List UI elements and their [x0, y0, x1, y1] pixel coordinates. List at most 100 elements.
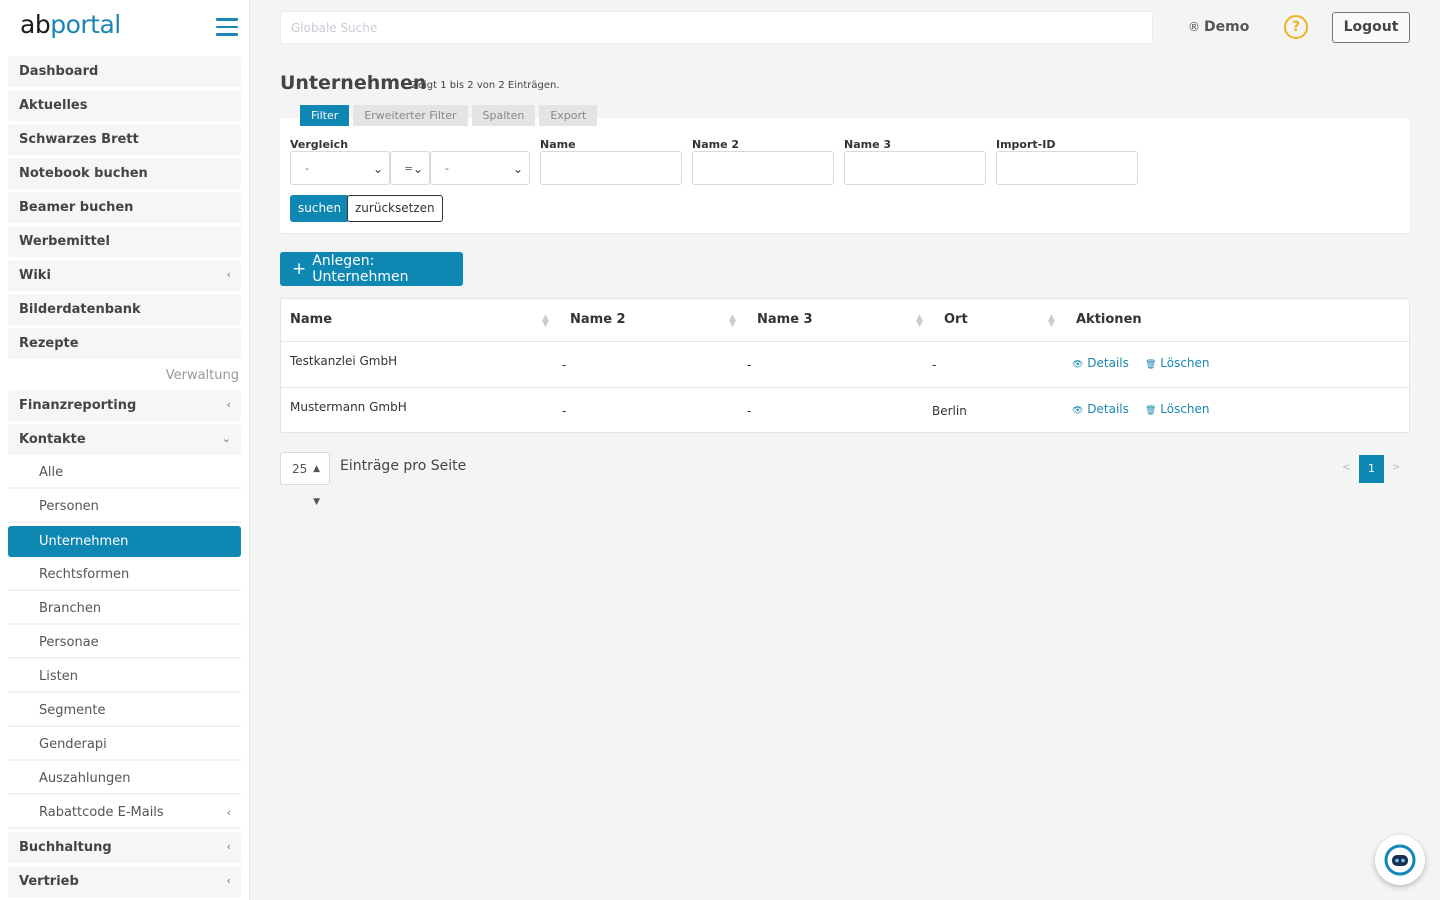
user-menu[interactable]: ® Demo — [1188, 19, 1249, 35]
sidebar-subitem-label: Alle — [39, 465, 64, 480]
logout-button[interactable]: Logout — [1332, 12, 1410, 43]
row-divider — [281, 341, 1409, 342]
name3-input[interactable] — [844, 151, 986, 185]
vergleich-operator-select[interactable]: = ⌄ — [390, 151, 430, 185]
cell-name: Testkanzlei GmbH — [290, 354, 398, 368]
reset-button[interactable]: zurücksetzen — [347, 195, 443, 222]
hamburger-menu-icon[interactable] — [216, 18, 238, 36]
sidebar-item-label: Dashboard — [19, 64, 99, 79]
vergleich-field-select[interactable]: - ⌄ — [290, 151, 390, 185]
chevron-down-icon: ⌄ — [512, 162, 523, 176]
label-import-id: Import-ID — [996, 138, 1056, 151]
column-header-name3[interactable]: Name 3 — [757, 299, 813, 341]
sidebar-item-aktuelles[interactable]: Aktuelles — [8, 90, 241, 121]
sidebar-subitem-label: Rechtsformen — [39, 567, 130, 582]
sidebar: abportal Dashboard Aktuelles Schwarzes B… — [0, 0, 250, 900]
details-link[interactable]: 👁 Details — [1072, 356, 1129, 370]
sidebar-item-label: Aktuelles — [19, 98, 88, 113]
delete-link[interactable]: 🗑 Löschen — [1145, 402, 1210, 416]
chevron-down-icon: ⌄ — [372, 162, 383, 176]
delete-link[interactable]: 🗑 Löschen — [1145, 356, 1210, 370]
sidebar-item-notebook-buchen[interactable]: Notebook buchen — [8, 158, 241, 189]
tab-filter[interactable]: Filter — [300, 105, 350, 126]
column-header-aktionen: Aktionen — [1076, 312, 1142, 327]
import-id-input[interactable] — [996, 151, 1138, 185]
column-header-ort[interactable]: Ort — [944, 299, 968, 341]
sort-icon[interactable]: ▲ ▼ — [916, 314, 923, 329]
sidebar-item-label: Schwarzes Brett — [19, 132, 139, 147]
sidebar-item-label: Vertrieb — [19, 874, 79, 889]
sidebar-item-werbemittel[interactable]: Werbemittel — [8, 226, 241, 257]
sidebar-subitem-auszahlungen[interactable]: Auszahlungen — [8, 764, 241, 795]
sidebar-subitem-label: Personae — [39, 635, 99, 650]
sidebar-subitem-unternehmen[interactable]: Unternehmen — [8, 526, 241, 557]
per-page-label: Einträge pro Seite — [340, 458, 467, 474]
logo-prefix: ab — [20, 10, 51, 39]
search-button[interactable]: suchen — [290, 195, 350, 222]
vergleich-value-select[interactable]: - ⌄ — [430, 151, 530, 185]
sidebar-subitem-personae[interactable]: Personae — [8, 628, 241, 659]
sidebar-item-label: Finanzreporting — [19, 398, 137, 413]
chevron-left-icon: ‹ — [226, 268, 231, 281]
sidebar-subitem-label: Segmente — [39, 703, 106, 718]
pagination-next[interactable]: > — [1392, 462, 1400, 473]
tab-export[interactable]: Export — [539, 105, 598, 126]
tab-spalten[interactable]: Spalten — [471, 105, 536, 126]
global-search-input[interactable] — [291, 12, 1152, 44]
sidebar-item-label: Beamer buchen — [19, 200, 134, 215]
name-input[interactable] — [540, 151, 682, 185]
sidebar-subitem-alle[interactable]: Alle — [8, 458, 241, 489]
help-icon[interactable]: ? — [1284, 15, 1308, 39]
chevron-left-icon: ‹ — [226, 840, 231, 853]
eye-icon: 👁 — [1072, 406, 1084, 416]
sidebar-subitem-personen[interactable]: Personen — [8, 492, 241, 523]
trash-icon: 🗑 — [1145, 360, 1157, 370]
label-name2: Name 2 — [692, 138, 740, 151]
row-divider — [281, 387, 1409, 388]
details-link[interactable]: 👁 Details — [1072, 402, 1129, 416]
name2-input[interactable] — [692, 151, 834, 185]
sidebar-subitem-listen[interactable]: Listen — [8, 662, 241, 693]
sidebar-item-label: Bilderdatenbank — [19, 302, 141, 317]
sidebar-item-finanzreporting[interactable]: Finanzreporting ‹ — [8, 390, 241, 421]
create-company-button[interactable]: + Anlegen: Unternehmen — [280, 252, 463, 286]
sidebar-subitem-branchen[interactable]: Branchen — [8, 594, 241, 625]
sidebar-item-buchhaltung[interactable]: Buchhaltung ‹ — [8, 832, 241, 863]
companies-table: Name ▲ ▼ Name 2 ▲ ▼ Name 3 ▲ ▼ Ort ▲ ▼ Aktio… — [280, 298, 1410, 433]
sidebar-subitem-segmente[interactable]: Segmente — [8, 696, 241, 727]
sidebar-item-rezepte[interactable]: Rezepte — [8, 328, 241, 359]
user-icon: ® — [1188, 20, 1200, 34]
sidebar-item-vertrieb[interactable]: Vertrieb ‹ — [8, 866, 241, 897]
sidebar-subitem-rabattcode-emails[interactable]: Rabattcode E-Mails ‹ — [8, 798, 241, 829]
per-page-select[interactable]: 25 ▲ ▼ — [280, 452, 330, 507]
sort-icon[interactable]: ▲ ▼ — [1048, 314, 1055, 329]
sidebar-item-label: Notebook buchen — [19, 166, 148, 181]
sidebar-item-kontakte[interactable]: Kontakte ⌄ — [8, 424, 241, 455]
label-name: Name — [540, 138, 576, 151]
sidebar-item-bilderdatenbank[interactable]: Bilderdatenbank — [8, 294, 241, 325]
sidebar-item-wiki[interactable]: Wiki ‹ — [8, 260, 241, 291]
column-header-name2[interactable]: Name 2 — [570, 299, 626, 341]
chevron-left-icon: ‹ — [226, 398, 231, 411]
sidebar-item-beamer-buchen[interactable]: Beamer buchen — [8, 192, 241, 223]
sidebar-subitem-genderapi[interactable]: Genderapi — [8, 730, 241, 761]
details-label: Details — [1087, 402, 1129, 416]
logo[interactable]: abportal — [20, 10, 121, 39]
tab-erweiterter-filter[interactable]: Erweiterter Filter — [353, 105, 468, 126]
pagination-prev[interactable]: < — [1342, 462, 1350, 473]
pagination-page-1[interactable]: 1 — [1359, 455, 1384, 483]
sort-updown-icon: ▲ ▼ — [313, 464, 320, 507]
column-header-name[interactable]: Name — [290, 299, 332, 341]
select-value: = — [404, 162, 414, 175]
sidebar-item-schwarzes-brett[interactable]: Schwarzes Brett — [8, 124, 241, 155]
sort-icon[interactable]: ▲ ▼ — [729, 314, 736, 329]
sidebar-subitem-rechtsformen[interactable]: Rechtsformen — [8, 560, 241, 591]
details-label: Details — [1087, 356, 1129, 370]
sidebar-item-dashboard[interactable]: Dashboard — [8, 56, 241, 87]
sidebar-item-label: Kontakte — [19, 432, 86, 447]
chevron-left-icon: ‹ — [226, 874, 231, 887]
chatbot-icon[interactable] — [1375, 835, 1425, 885]
sidebar-subitem-label: Auszahlungen — [39, 771, 131, 786]
sort-icon[interactable]: ▲ ▼ — [542, 314, 549, 329]
cell-name: Mustermann GmbH — [290, 400, 407, 414]
